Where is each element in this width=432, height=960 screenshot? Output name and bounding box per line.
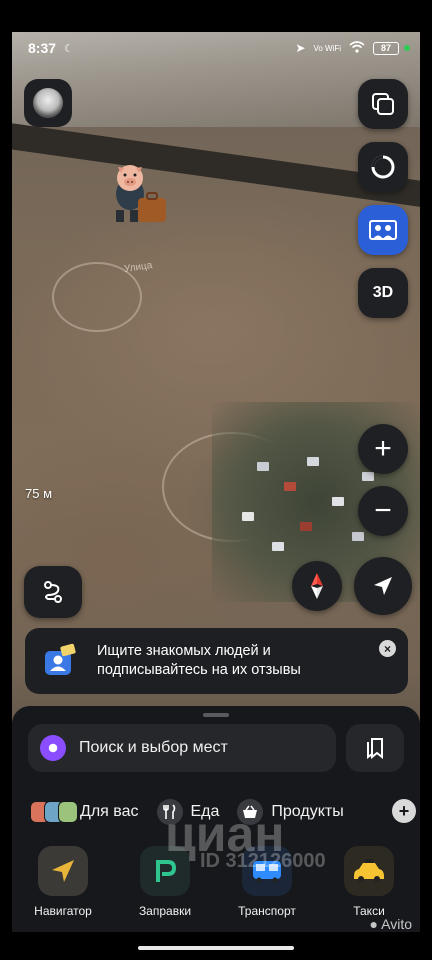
wifi-icon [349,40,365,56]
plus-icon: + [374,432,392,465]
people-reviews-button[interactable] [358,205,408,255]
sheet-grabber[interactable] [203,713,229,717]
more-categories-button[interactable]: + [392,799,416,823]
app-label: Транспорт [238,904,296,918]
alice-voice-button[interactable] [358,142,408,192]
view-3d-label: 3D [372,284,394,301]
people-map-icon [369,220,397,240]
chip-for-you[interactable]: Для вас [30,801,139,823]
status-bar: 8:37 ☾ ➤ Vo WiFi 87 [28,36,410,60]
battery-indicator: 87 [373,41,399,55]
route-icon [44,581,62,603]
bookmarks-button[interactable] [346,724,404,772]
app-taxi[interactable]: Такси [324,846,414,926]
location-arrow-icon [374,577,392,595]
cian-id-watermark: ID 312126000 [200,850,326,872]
navigator-arrow-icon [38,846,88,896]
home-indicator[interactable] [138,946,294,950]
compass-button[interactable] [292,561,342,611]
search-field[interactable]: Поиск и выбор мест [28,724,336,772]
map-place-label: Улица [123,260,154,275]
camera-indicator-dot [404,45,410,51]
zoom-in-button[interactable]: + [358,424,408,474]
alice-icon [40,735,66,761]
location-arrow-icon: ➤ [295,41,306,55]
stacked-photos-icon [30,801,78,823]
pig-with-suitcase-placemark-icon[interactable] [108,158,170,230]
view-3d-button[interactable]: 3D [358,268,408,318]
status-time: 8:37 [28,40,57,56]
avatar [33,88,63,118]
avito-label: Avito [381,916,412,932]
search-placeholder: Поиск и выбор мест [79,739,228,756]
toast-close-button[interactable]: × [379,640,396,657]
zoom-out-button[interactable]: − [358,486,408,536]
layers-icon [372,93,394,115]
app-label: Навигатор [34,904,92,918]
toast-message: Ищите знакомых людей и подписывайтесь на… [97,643,301,678]
avito-dots-icon: ● [369,916,378,932]
app-label: Заправки [138,904,192,918]
my-location-button[interactable] [354,557,412,615]
compass-icon [311,573,323,599]
do-not-disturb-icon: ☾ [64,42,74,55]
bookmarks-icon [367,738,383,759]
map-scale-label: 75 м [25,486,53,501]
profile-avatar-button[interactable] [24,79,72,127]
app-navigator[interactable]: Навигатор [18,846,108,926]
people-reviews-toast[interactable]: Ищите знакомых людей и подписывайтесь на… [25,628,408,694]
taxi-car-icon [344,846,394,896]
minus-icon: − [374,494,392,527]
chip-label: Для вас [80,803,139,820]
contact-card-icon [41,643,77,679]
layers-button[interactable] [358,79,408,129]
route-button[interactable] [24,566,82,618]
alice-ring-icon [371,155,395,179]
avito-watermark: ● Avito [370,916,412,932]
volte-label: Vo WiFi [313,43,341,53]
